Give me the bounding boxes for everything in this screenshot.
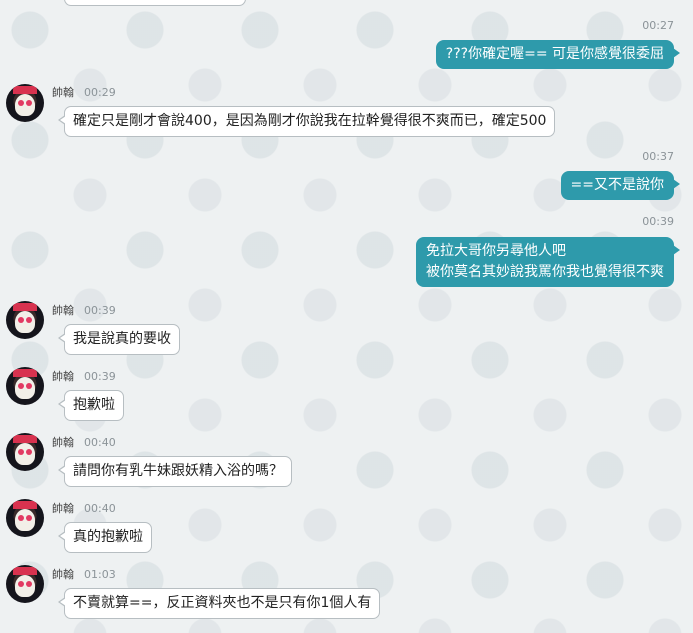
incoming-message-bubble[interactable]: 確定只是剛才會說400，是因為剛才你說我在拉幹覺得很不爽而已，確定500	[57, 106, 556, 137]
message-line: 免拉大哥你另尋他人吧	[426, 243, 566, 259]
avatar[interactable]	[6, 433, 44, 471]
avatar[interactable]	[6, 84, 44, 122]
avatar[interactable]	[6, 565, 44, 603]
incoming-message-bubble[interactable]: 真的抱歉啦	[58, 522, 152, 553]
avatar[interactable]	[6, 499, 44, 537]
avatar[interactable]	[6, 301, 44, 339]
message-time: 00:39	[84, 370, 116, 383]
message-time: 00:27	[642, 19, 674, 32]
sender-name: 帥翰	[52, 304, 74, 317]
avatar[interactable]	[6, 367, 44, 405]
message-time: 00:37	[642, 150, 674, 163]
outgoing-message-bubble[interactable]: ???你確定喔== 可是你感覺很委屈	[435, 40, 681, 69]
sender-line: 帥翰 01:03	[52, 566, 116, 582]
outgoing-message-bubble[interactable]: 免拉大哥你另尋他人吧 被你莫名其妙說我罵你我也覺得很不爽	[416, 237, 680, 287]
message-time: 00:40	[84, 502, 116, 515]
sender-line: 帥翰 00:40	[52, 500, 116, 516]
incoming-message-bubble[interactable]: 不賣就算==，反正資料夾也不是只有你1個人有	[57, 588, 381, 619]
sender-name: 帥翰	[52, 502, 74, 515]
sender-name: 帥翰	[52, 568, 74, 581]
chat-log[interactable]: 00:27 ???你確定喔== 可是你感覺很委屈 帥翰 00:29 確定只是剛才會…	[0, 0, 693, 633]
outgoing-message-bubble[interactable]: ==又不是說你	[560, 171, 681, 200]
incoming-message-bubble[interactable]: 抱歉啦	[58, 390, 124, 421]
sender-name: 帥翰	[52, 370, 74, 383]
sender-name: 帥翰	[52, 86, 74, 99]
message-time: 00:40	[84, 436, 116, 449]
message-time: 01:03	[84, 568, 116, 581]
sender-line: 帥翰 00:40	[52, 434, 116, 450]
sender-line: 帥翰 00:29	[52, 84, 116, 100]
sender-line: 帥翰 00:39	[52, 368, 116, 384]
incoming-message-bubble[interactable]: 請問你有乳牛妹跟妖精入浴的嗎？	[58, 456, 292, 487]
message-time: 00:29	[84, 86, 116, 99]
sender-name: 帥翰	[52, 436, 74, 449]
sender-line: 帥翰 00:39	[52, 302, 116, 318]
message-time: 00:39	[642, 215, 674, 228]
message-line: 被你莫名其妙說我罵你我也覺得很不爽	[426, 264, 664, 280]
incoming-message-bubble[interactable]: 我是說真的要收	[58, 324, 180, 355]
previous-message-bubble	[64, 0, 246, 6]
message-time: 00:39	[84, 304, 116, 317]
